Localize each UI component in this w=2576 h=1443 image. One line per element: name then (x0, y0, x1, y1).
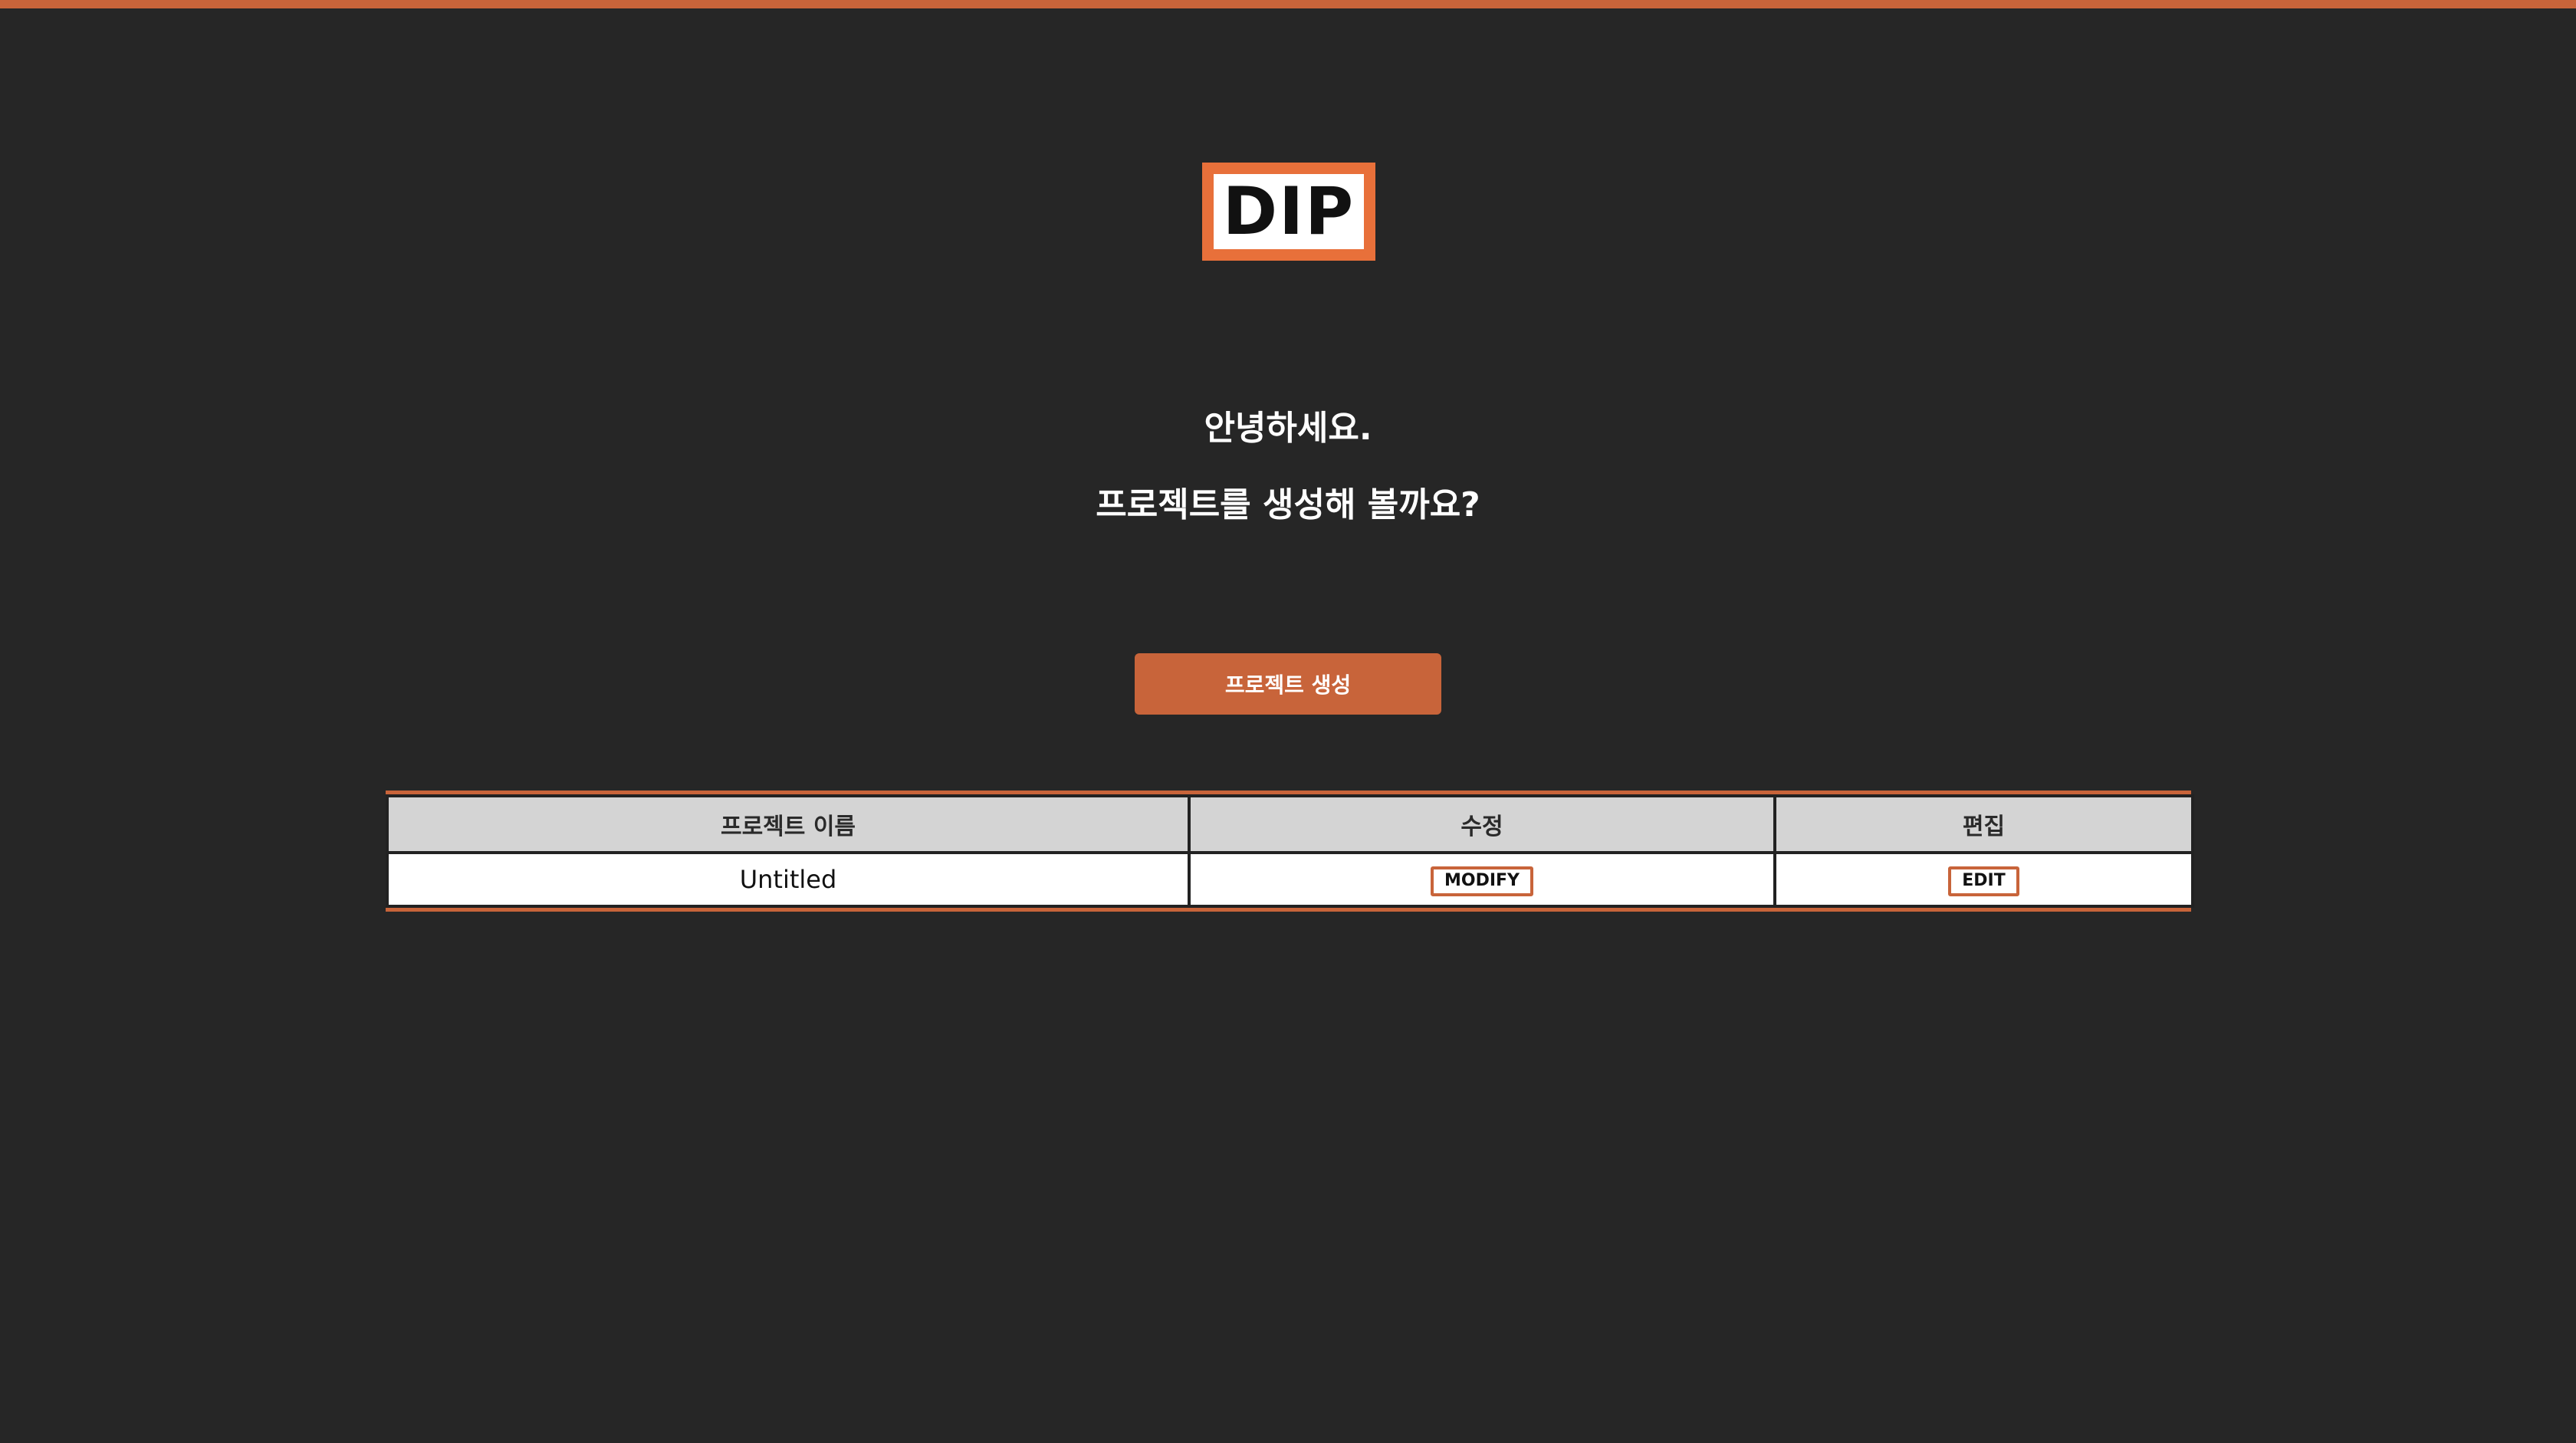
edit-cell: EDIT (1773, 851, 2194, 908)
top-accent-bar (0, 0, 2576, 8)
project-name-cell: Untitled (386, 851, 1191, 908)
edit-button[interactable]: EDIT (1948, 866, 2019, 896)
project-table: 프로젝트 이름 수정 편집 Untitled MODIFY EDIT (386, 794, 2194, 908)
modify-cell: MODIFY (1188, 851, 1776, 908)
greeting-line-2: 프로젝트를 생성해 볼까요? (1096, 485, 1480, 524)
table-header-row: 프로젝트 이름 수정 편집 (386, 794, 2194, 854)
table-row: Untitled MODIFY EDIT (386, 851, 2194, 908)
header-project-name: 프로젝트 이름 (386, 794, 1191, 854)
header-edit: 편집 (1773, 794, 2194, 854)
dip-logo: DIP (1202, 163, 1375, 261)
modify-button[interactable]: MODIFY (1430, 866, 1533, 896)
greeting-line-1: 안녕하세요. (1204, 409, 1372, 448)
project-table-container: 프로젝트 이름 수정 편집 Untitled MODIFY EDIT (386, 791, 2194, 912)
header-modify: 수정 (1188, 794, 1776, 854)
create-project-button[interactable]: 프로젝트 생성 (1135, 653, 1441, 715)
